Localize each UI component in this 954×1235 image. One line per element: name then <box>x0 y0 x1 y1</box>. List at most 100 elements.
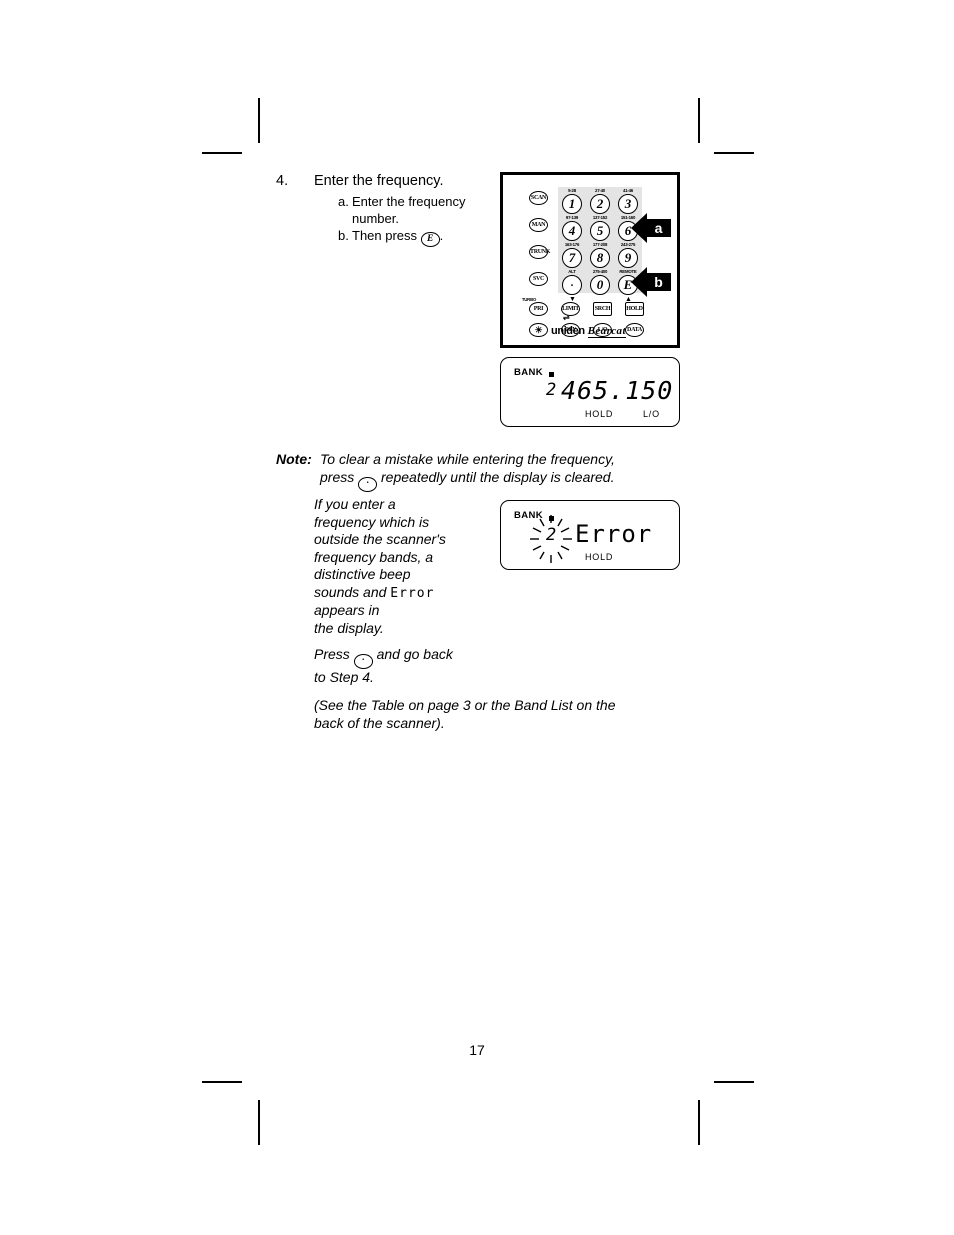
lcd-frequency-display: BANK 2 465.150 HOLD L/O <box>500 357 680 427</box>
lcd-hold-label: HOLD <box>585 409 614 419</box>
keypad-button-man: MAN <box>529 218 548 232</box>
error-explanation-line-5: distinctive beep <box>314 566 411 582</box>
lcd-error-hold-label: HOLD <box>585 552 614 562</box>
keypad-key-1: 1 <box>562 194 582 214</box>
substep-b: b. Then press E. <box>338 227 491 247</box>
keypad-button-trunk: TRUNK <box>529 245 550 259</box>
note-line-2-after: repeatedly until the display is cleared. <box>377 469 615 485</box>
callout-b: b <box>631 267 671 297</box>
keypad-band-label-7: 163-176 <box>564 242 580 247</box>
substep-list: a. Enter the frequency number. b. Then p… <box>276 193 491 247</box>
substep-b-label: b. <box>338 228 349 243</box>
substep-b-text-before: Then press <box>352 228 421 243</box>
keypad-key-0: 0 <box>590 275 610 295</box>
note-line-2-before: press <box>320 469 359 485</box>
crop-mark-top-right-horizontal <box>714 152 754 154</box>
keypad-key-2: 2 <box>590 194 610 214</box>
lcd-bank-label: BANK <box>514 367 544 378</box>
error-explanation-line-7: appears in <box>314 602 380 618</box>
callout-b-arrow-icon <box>631 267 647 297</box>
keypad-key-4: 4 <box>562 221 582 241</box>
page-number: 17 <box>469 1042 485 1058</box>
brand-name-uniden: uniden <box>551 325 585 337</box>
keypad-button-light: ☀ <box>529 323 548 337</box>
keypad-band-label-1: 5-28 <box>568 188 576 193</box>
substep-b-text: Then press E. <box>352 227 491 247</box>
substep-a: a. Enter the frequency number. <box>338 193 491 227</box>
error-explanation-line-3: outside the scanner's <box>314 531 446 547</box>
note-label: Note: <box>276 451 312 467</box>
keypad-button-srch: SRCH <box>593 302 612 316</box>
keypad-band-label-3: 41-46 <box>623 188 633 193</box>
callout-a-label: a <box>646 219 671 237</box>
decimal-key-icon-2: . <box>353 653 373 669</box>
lcd-error-bank-number: 2 <box>546 525 557 545</box>
substep-a-label: a. <box>338 194 349 209</box>
step-number: 4. <box>276 173 289 189</box>
lcd-error-display: BANK 2 Error HOLD <box>500 500 680 570</box>
keypad-button-svc: SVC <box>529 272 548 286</box>
crop-mark-top-left-vertical <box>258 98 260 143</box>
substep-a-text: Enter the frequency number. <box>352 194 466 226</box>
see-table-line-2: back of the scanner). <box>314 714 445 731</box>
keypad-illustration: SCAN MAN TRUNK SVC 5-28 27-40 41-46 97-1… <box>500 172 680 348</box>
see-table-line-1: (See the Table on page 3 or the Band Lis… <box>314 697 616 713</box>
note-text: To clear a mistake while entering the fr… <box>320 450 676 492</box>
crop-mark-bottom-right-vertical <box>698 1100 700 1145</box>
keypad-button-scan: SCAN <box>529 191 548 205</box>
error-explanation-line-4: frequency bands, a <box>314 548 434 565</box>
press-line-2: to Step 4. <box>314 668 374 685</box>
lcd-error-message: Error <box>575 520 653 548</box>
step-heading: 4. Enter the frequency. <box>276 172 491 191</box>
keypad-band-label-8: 177-208 <box>592 242 608 247</box>
decimal-key-icon: . <box>358 476 378 492</box>
crop-mark-bottom-right-horizontal <box>714 1081 754 1083</box>
keypad-button-hold: HOLD <box>625 302 644 316</box>
substep-b-text-after: . <box>439 228 444 243</box>
press-line-1-before: Press <box>314 646 354 662</box>
keypad-swap-arrow-icon: ⇌ <box>563 313 570 322</box>
note-line-2: press . repeatedly until the display is … <box>320 468 676 492</box>
keypad-band-label-dot: ALT <box>568 269 576 274</box>
press-go-back-paragraph: Press . and go back to Step 4. <box>314 646 564 686</box>
keypad-band-label-2: 27-40 <box>595 188 605 193</box>
crop-mark-top-right-vertical <box>698 98 700 143</box>
error-explanation-line-6-before: sounds and <box>314 583 391 600</box>
press-line-1: Press . and go back <box>314 646 564 669</box>
callout-a-arrow-icon <box>631 213 647 243</box>
error-explanation-line-6: sounds and Error <box>314 584 494 603</box>
callout-a: a <box>631 213 671 243</box>
crop-mark-top-left-horizontal <box>202 152 242 154</box>
lcd-bank-number: 2 <box>546 380 557 400</box>
keypad-band-label-4: 97-139 <box>565 215 579 220</box>
keypad-key-7: 7 <box>562 248 582 268</box>
callout-b-label: b <box>646 273 671 291</box>
error-word-lcd: Error <box>390 585 435 601</box>
keypad-band-label-5: 137-152 <box>592 215 608 220</box>
crop-mark-bottom-left-horizontal <box>202 1081 242 1083</box>
error-explanation-line-2: frequency which is <box>314 513 430 530</box>
press-line-1-after: and go back <box>372 646 453 662</box>
lcd-bank-indicator-square <box>549 372 554 377</box>
step-instruction-block: 4. Enter the frequency. a. Enter the fre… <box>276 172 491 247</box>
error-explanation-line-1: If you enter a <box>314 496 396 512</box>
keypad-key-8: 8 <box>590 248 610 268</box>
keypad-band-label-0: 275-400 <box>592 269 608 274</box>
enter-key-icon: E <box>420 232 440 247</box>
crop-mark-bottom-left-vertical <box>258 1100 260 1145</box>
keypad-button-pri: PRI <box>529 302 548 316</box>
keypad-inner: SCAN MAN TRUNK SVC 5-28 27-40 41-46 97-1… <box>503 175 677 345</box>
note-block: Note: To clear a mistake while entering … <box>276 450 676 492</box>
brand-name-bearcat: Bearcat <box>587 325 626 338</box>
lcd-frequency-value: 465.150 <box>561 376 674 405</box>
brand-logo: uniden Bearcat <box>551 325 661 338</box>
keypad-key-dot: . <box>562 275 582 295</box>
lcd-lockout-label: L/O <box>643 409 660 419</box>
keypad-key-9: 9 <box>618 248 638 268</box>
step-title: Enter the frequency. <box>314 173 444 189</box>
error-explanation-line-8: the display. <box>314 619 384 636</box>
keypad-key-5: 5 <box>590 221 610 241</box>
see-table-paragraph: (See the Table on page 3 or the Band Lis… <box>314 697 674 732</box>
error-explanation-paragraph: If you enter a frequency which is outsid… <box>314 496 494 637</box>
note-line-1: To clear a mistake while entering the fr… <box>320 451 615 467</box>
